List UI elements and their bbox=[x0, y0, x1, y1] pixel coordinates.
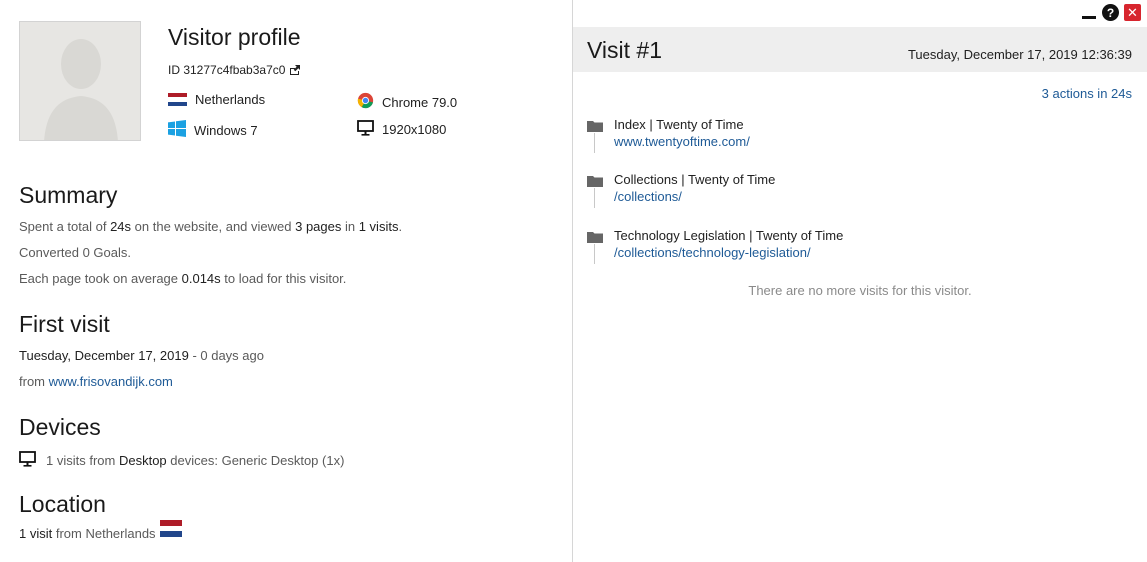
browser-label: Chrome 79.0 bbox=[382, 94, 458, 110]
os-label: Windows 7 bbox=[194, 122, 258, 138]
external-link-icon[interactable] bbox=[289, 64, 301, 76]
chrome-icon bbox=[357, 92, 374, 112]
visitor-id-text: ID 31277c4fbab3a7c0 bbox=[168, 63, 286, 77]
resolution-info: 1920x1080 bbox=[357, 120, 446, 139]
first-visit-date: Tuesday, December 17, 2019 - 0 days ago bbox=[19, 348, 264, 363]
location-info: 1 visit from Netherlands bbox=[19, 520, 182, 541]
summary-load-time: Each page took on average 0.014s to load… bbox=[19, 271, 347, 286]
monitor-icon bbox=[357, 120, 374, 139]
pane-divider bbox=[572, 0, 573, 562]
country-info: Netherlands bbox=[168, 92, 265, 107]
country-label: Netherlands bbox=[195, 92, 266, 107]
actions-summary-link[interactable]: 3 actions in 24s bbox=[1042, 86, 1132, 101]
first-visit-referrer: from www.frisovandijk.com bbox=[19, 374, 173, 389]
resolution-label: 1920x1080 bbox=[382, 122, 447, 137]
action-title: Collections | Twenty of Time bbox=[614, 172, 776, 187]
help-icon[interactable]: ? bbox=[1102, 4, 1119, 21]
summary-goals: Converted 0 Goals. bbox=[19, 245, 132, 260]
windows-icon bbox=[168, 120, 186, 140]
no-more-visits-message: There are no more visits for this visito… bbox=[748, 283, 972, 298]
action-title: Index | Twenty of Time bbox=[614, 117, 744, 132]
visitor-avatar bbox=[19, 21, 141, 141]
profile-title: Visitor profile bbox=[168, 24, 301, 50]
referrer-link[interactable]: www.frisovandijk.com bbox=[49, 374, 173, 389]
visit-title: Visit #1 bbox=[587, 37, 663, 63]
window-controls: ? ✕ bbox=[1080, 4, 1141, 21]
visitor-profile-pane: Visitor profile ID 31277c4fbab3a7c0 Neth… bbox=[0, 0, 572, 562]
devices-heading: Devices bbox=[19, 414, 101, 440]
folder-icon bbox=[587, 174, 603, 187]
devices-info: 1 visits from Desktop devices: Generic D… bbox=[19, 451, 344, 470]
action-url[interactable]: /collections/technology-legislation/ bbox=[614, 245, 811, 260]
close-icon[interactable]: ✕ bbox=[1124, 4, 1141, 21]
visit-date: Tuesday, December 17, 2019 12:36:39 bbox=[907, 47, 1132, 62]
netherlands-flag-icon bbox=[168, 92, 187, 107]
action-url[interactable]: www.twentyoftime.com/ bbox=[614, 134, 750, 149]
browser-info: Chrome 79.0 bbox=[357, 92, 457, 112]
netherlands-flag-icon bbox=[159, 520, 182, 537]
desktop-icon bbox=[19, 451, 36, 470]
os-info: Windows 7 bbox=[168, 120, 258, 140]
location-heading: Location bbox=[19, 491, 106, 517]
visit-header: Visit #1 Tuesday, December 17, 2019 12:3… bbox=[573, 27, 1147, 72]
summary-heading: Summary bbox=[19, 182, 118, 208]
visitor-id: ID 31277c4fbab3a7c0 bbox=[168, 63, 301, 77]
action-url[interactable]: /collections/ bbox=[614, 189, 682, 204]
minimize-icon[interactable] bbox=[1080, 4, 1097, 21]
folder-icon bbox=[587, 119, 603, 132]
first-visit-heading: First visit bbox=[19, 311, 110, 337]
summary-time-pages: Spent a total of 24s on the website, and… bbox=[19, 219, 403, 234]
folder-icon bbox=[587, 230, 603, 243]
action-title: Technology Legislation | Twenty of Time bbox=[614, 228, 844, 243]
